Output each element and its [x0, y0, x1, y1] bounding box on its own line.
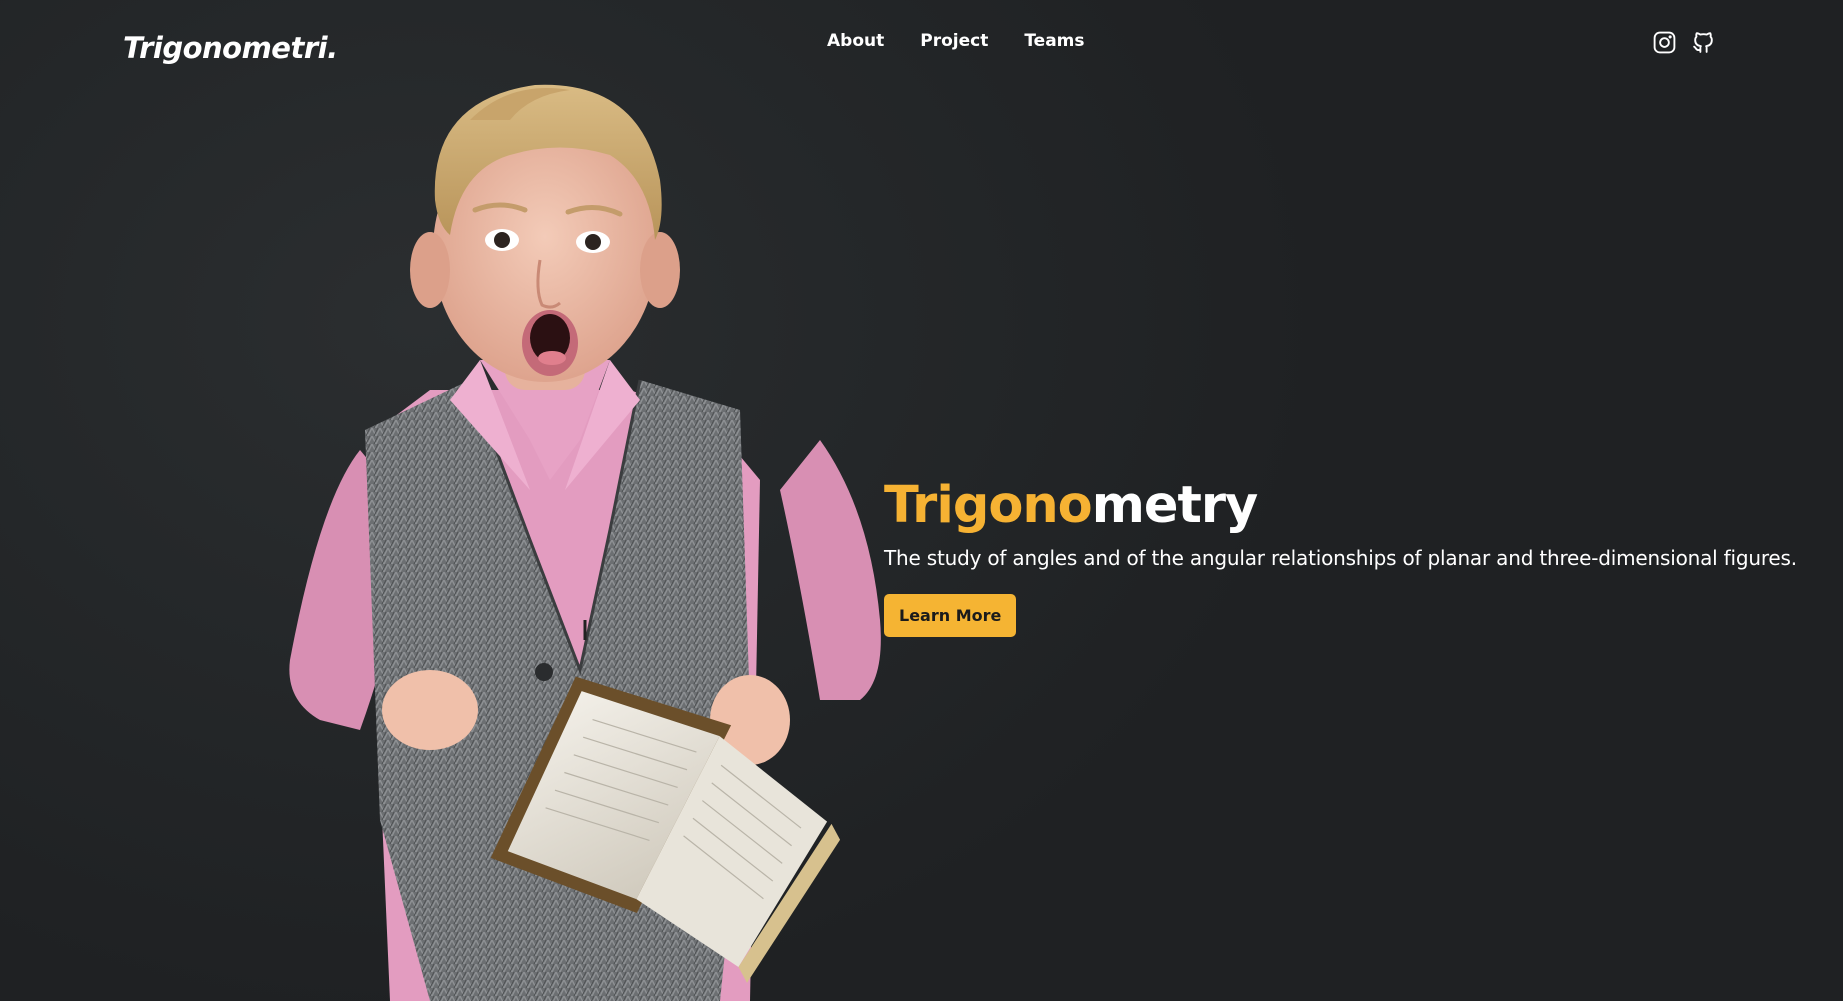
hero-subtitle: The study of angles and of the angular r… [884, 546, 1797, 570]
nav-link-teams[interactable]: Teams [1024, 31, 1084, 51]
instagram-icon[interactable] [1652, 30, 1677, 55]
nav-link-about[interactable]: About [827, 31, 884, 51]
nav-links: About Project Teams [827, 31, 1121, 51]
hero-section: Trigonometry The study of angles and of … [884, 472, 1804, 637]
hero-image [289, 84, 881, 1001]
github-icon[interactable] [1691, 30, 1716, 55]
hero-title: Trigonometry [884, 472, 1804, 540]
nav-link-project[interactable]: Project [920, 31, 988, 51]
navbar: Trigonometri. About Project Teams [0, 0, 1843, 90]
learn-more-button[interactable]: Learn More [884, 594, 1017, 637]
social-links [1652, 30, 1716, 55]
landing-page: Trigonometri. About Project Teams Trigon… [0, 0, 1843, 1001]
hero-title-accent: Trigono [884, 476, 1093, 535]
hero-title-rest: metry [1091, 476, 1259, 535]
